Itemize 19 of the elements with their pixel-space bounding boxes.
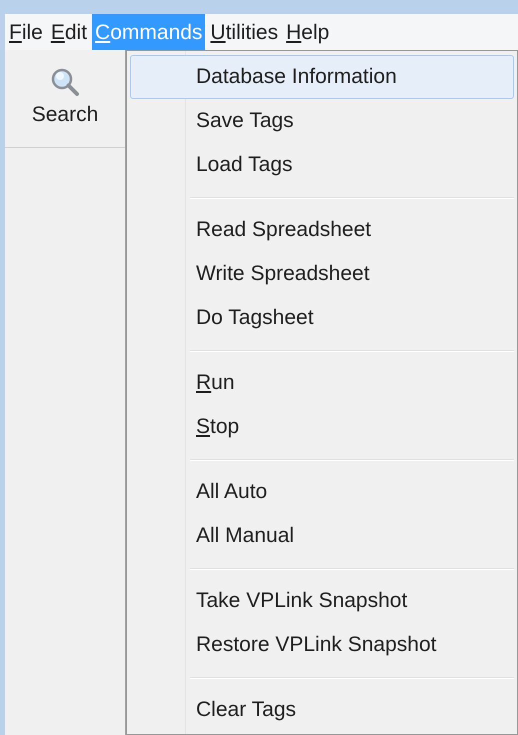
menu-item[interactable]: Save Tags xyxy=(130,99,514,143)
menu[interactable]: Help xyxy=(283,14,332,50)
search-button[interactable]: Search xyxy=(5,50,125,148)
menu-item[interactable]: Load Tags xyxy=(130,143,514,187)
menu-item[interactable]: Read Spreadsheet xyxy=(130,208,514,252)
menu-item[interactable]: Stop xyxy=(130,405,514,449)
menu[interactable]: Edit xyxy=(48,14,90,50)
menu-item[interactable]: Database Information xyxy=(130,55,514,99)
menu-item[interactable]: Run xyxy=(130,361,514,405)
menu[interactable]: File xyxy=(6,14,46,50)
magnifier-icon xyxy=(50,66,80,97)
menu[interactable]: Utilities xyxy=(207,14,282,50)
menu-item[interactable]: Restore VPLink Snapshot xyxy=(130,623,514,667)
menu-item[interactable]: All Auto xyxy=(130,470,514,514)
menu-item[interactable]: Clear Tags xyxy=(130,688,514,732)
menu-item[interactable]: All Manual xyxy=(130,514,514,558)
menu-item[interactable]: Do Tagsheet xyxy=(130,296,514,340)
menu-item[interactable]: Take VPLink Snapshot xyxy=(130,579,514,623)
menu-item[interactable]: Write Spreadsheet xyxy=(130,252,514,296)
